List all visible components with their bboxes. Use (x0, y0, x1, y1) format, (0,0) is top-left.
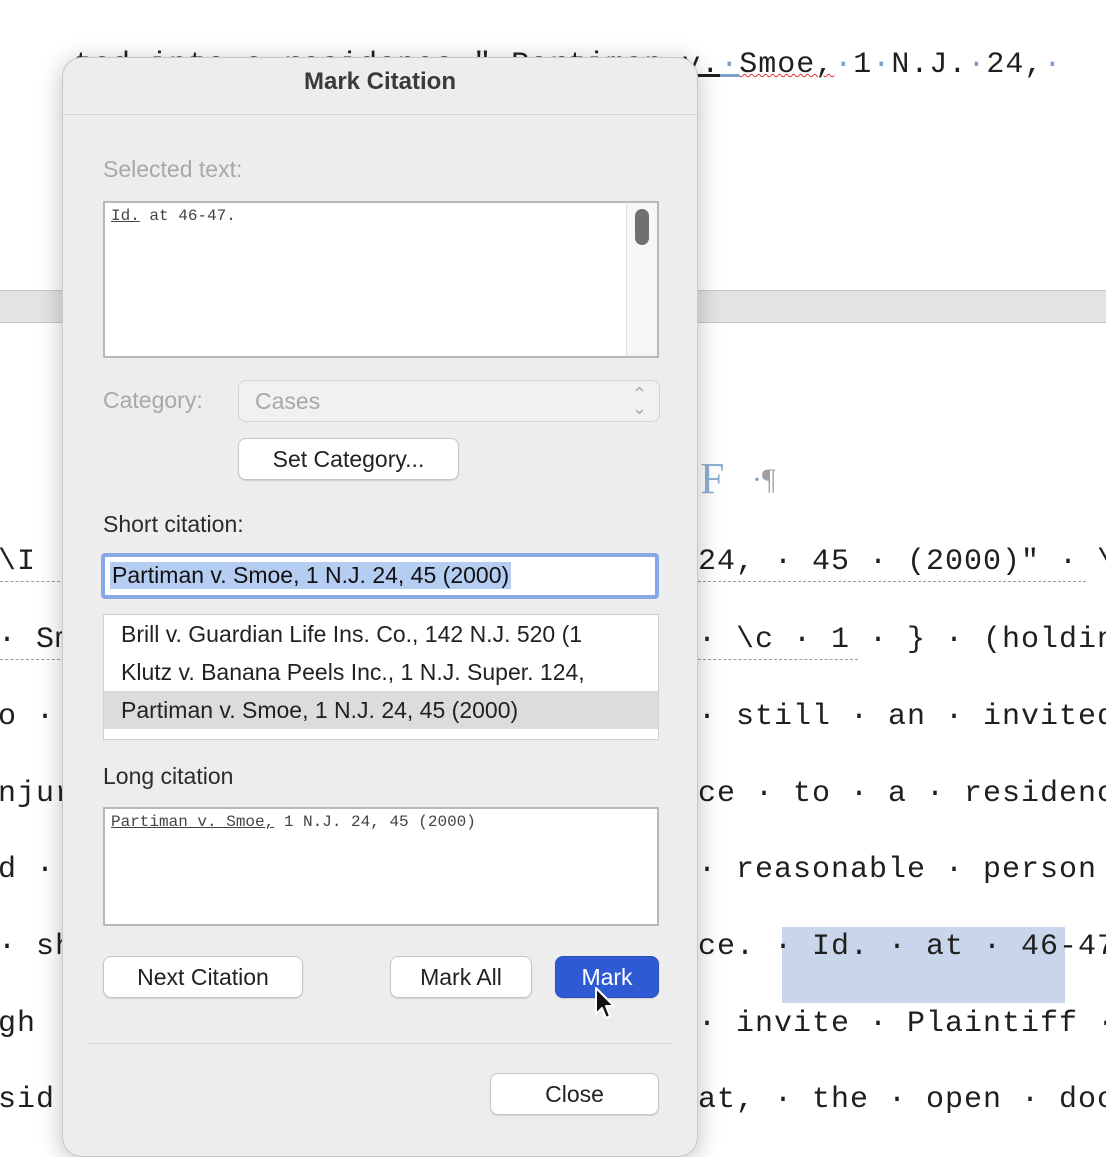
short-citation-value: Partiman v. Smoe, 1 N.J. 24, 45 (2000) (110, 562, 512, 589)
document-line-right: ce · to · a · residence · (698, 777, 1106, 811)
long-citation-case: Partiman v. Smoe, (111, 813, 275, 831)
next-citation-button[interactable]: Next Citation (103, 956, 303, 998)
field-underline (0, 659, 60, 660)
dialog-title: Mark Citation (303, 68, 456, 95)
mark-all-button[interactable]: Mark All (390, 956, 532, 998)
document-line-right: 24, · 45 · (2000)" · \s · (698, 545, 1106, 579)
close-button[interactable]: Close (490, 1073, 659, 1115)
category-select[interactable]: Cases ⌃ ⌄ (238, 380, 660, 422)
field-underline (698, 581, 1086, 582)
document-line-right: · still · an · invited · (698, 700, 1106, 734)
document-line-right: · invite · Plaintiff · (698, 1007, 1106, 1041)
short-citation-input[interactable]: Partiman v. Smoe, 1 N.J. 24, 45 (2000) (101, 553, 659, 599)
short-citation-list[interactable]: Brill v. Guardian Life Ins. Co., 142 N.J… (103, 614, 659, 740)
document-line-left: sid (0, 1083, 56, 1117)
long-citation-rest: 1 N.J. 24, 45 (2000) (274, 813, 476, 831)
long-citation-label: Long citation (103, 763, 234, 789)
document-line-left: \I (0, 545, 37, 579)
field-letter: F (700, 454, 725, 503)
document-line-right: · \c · 1 · } · (holding · (698, 623, 1106, 657)
field-underline (698, 659, 858, 660)
scrollbar-thumb[interactable] (635, 209, 649, 245)
selected-text-id: Id. (111, 207, 140, 225)
category-label: Category: (103, 387, 203, 413)
selected-text-label: Selected text: (103, 156, 243, 182)
chevron-updown-icon: ⌃ ⌄ (631, 384, 647, 418)
list-item[interactable]: Prudential Prop. & Cas. Ins. Co. v. Boyl… (104, 729, 658, 739)
document-line-right: at, · the · open · door, · (698, 1083, 1106, 1117)
document-line-right: · reasonable · person · (698, 853, 1106, 887)
long-citation-box[interactable]: Partiman v. Smoe, 1 N.J. 24, 45 (2000) (103, 807, 659, 926)
selected-text-box[interactable]: Id. at 46-47. (103, 201, 659, 358)
list-item[interactable]: Brill v. Guardian Life Ins. Co., 142 N.J… (104, 615, 658, 653)
arrow-cursor-icon (594, 986, 620, 1027)
bottom-separator (87, 1043, 673, 1044)
pilcrow-mark: ·¶ (752, 463, 776, 496)
selected-text-rest: at 46-47. (139, 207, 236, 225)
document-line-right: ce. · Id. · at · 46-47. · ¶ (698, 930, 1106, 964)
selected-text-scrollbar[interactable] (626, 203, 657, 356)
set-category-button[interactable]: Set Category... (238, 438, 459, 480)
category-value: Cases (255, 388, 321, 414)
list-item-selected[interactable]: Partiman v. Smoe, 1 N.J. 24, 45 (2000) (104, 691, 658, 729)
field-underline (0, 581, 60, 582)
list-item[interactable]: Klutz v. Banana Peels Inc., 1 N.J. Super… (104, 653, 658, 691)
short-citation-label: Short citation: (103, 511, 244, 537)
title-separator (63, 114, 697, 115)
